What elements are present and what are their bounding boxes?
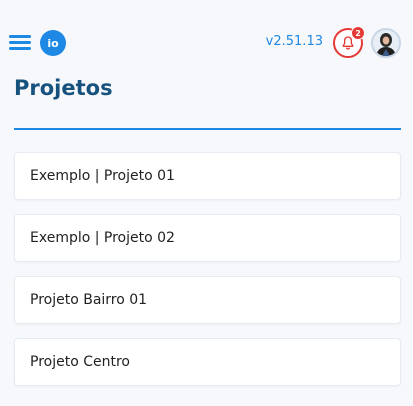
app-logo[interactable]: io bbox=[40, 30, 66, 56]
project-item-label: Projeto Centro bbox=[30, 354, 130, 370]
project-item[interactable]: Exemplo | Projeto 02 bbox=[14, 214, 401, 262]
notification-count-badge: 2 bbox=[351, 26, 365, 40]
page-title: Projetos bbox=[14, 76, 113, 100]
top-bar: io v2.51.13 2 bbox=[0, 0, 413, 72]
project-item-label: Exemplo | Projeto 01 bbox=[30, 168, 175, 184]
project-item-label: Exemplo | Projeto 02 bbox=[30, 230, 175, 246]
user-avatar[interactable] bbox=[371, 28, 401, 58]
project-item[interactable]: Projeto Bairro 01 bbox=[14, 276, 401, 324]
title-divider bbox=[14, 128, 401, 130]
project-list: Exemplo | Projeto 01 Exemplo | Projeto 0… bbox=[14, 152, 401, 400]
project-item-label: Projeto Bairro 01 bbox=[30, 292, 148, 308]
project-item[interactable]: Exemplo | Projeto 01 bbox=[14, 152, 401, 200]
version-label: v2.51.13 bbox=[265, 34, 323, 49]
user-photo-icon bbox=[373, 30, 399, 56]
hamburger-menu-icon[interactable] bbox=[9, 35, 31, 50]
project-item[interactable]: Projeto Centro bbox=[14, 338, 401, 386]
